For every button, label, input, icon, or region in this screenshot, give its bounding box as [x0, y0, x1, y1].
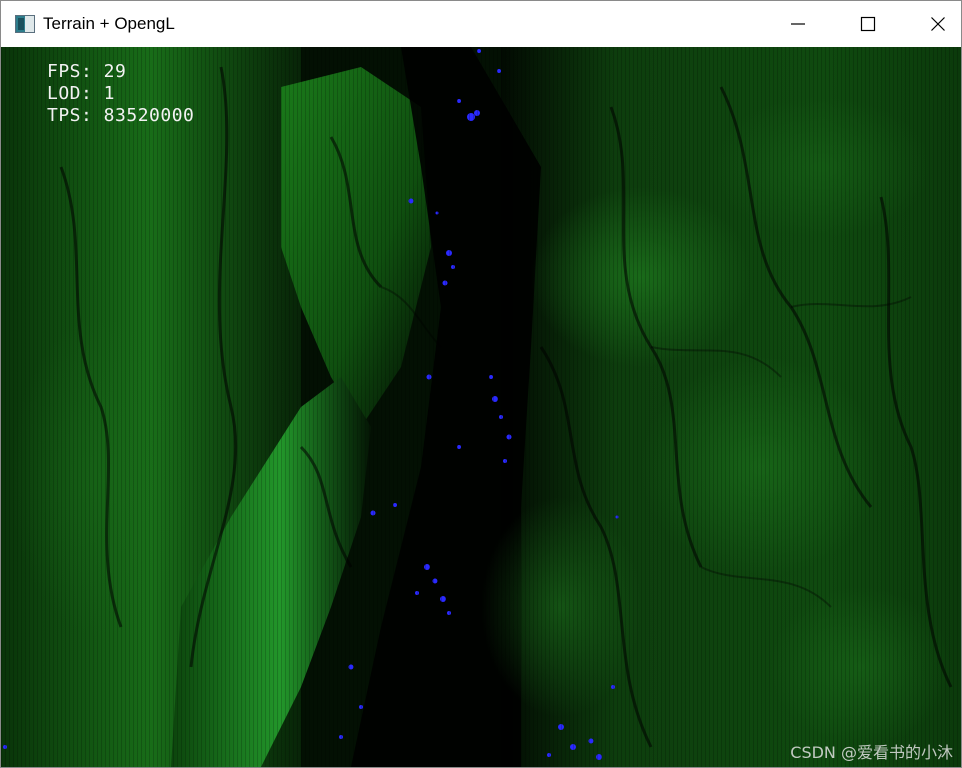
window-controls	[775, 1, 961, 47]
window-title: Terrain + OpengL	[43, 14, 175, 33]
debug-overlay: FPS: 29 LOD: 1 TPS: 83520000	[47, 61, 194, 127]
tps-readout: TPS: 83520000	[47, 105, 195, 126]
title-bar[interactable]: Terrain + OpengL	[1, 1, 961, 47]
minimize-icon	[791, 23, 805, 25]
terrain-render	[1, 47, 961, 767]
maximize-button[interactable]	[845, 1, 891, 47]
opengl-viewport[interactable]: FPS: 29 LOD: 1 TPS: 83520000 CSDN @爱看书的小…	[1, 47, 961, 767]
fps-readout: FPS: 29	[47, 61, 127, 82]
app-window-icon	[15, 15, 35, 33]
close-button[interactable]	[915, 1, 961, 47]
lod-readout: LOD: 1	[47, 83, 116, 104]
watermark-text: CSDN @爱看书的小沐	[790, 743, 953, 762]
minimize-button[interactable]	[775, 1, 821, 47]
maximize-icon	[860, 16, 876, 32]
close-icon	[931, 17, 945, 31]
app-window: Terrain + OpengL FPS: 29 LOD: 1 TPS: 835…	[0, 0, 962, 768]
